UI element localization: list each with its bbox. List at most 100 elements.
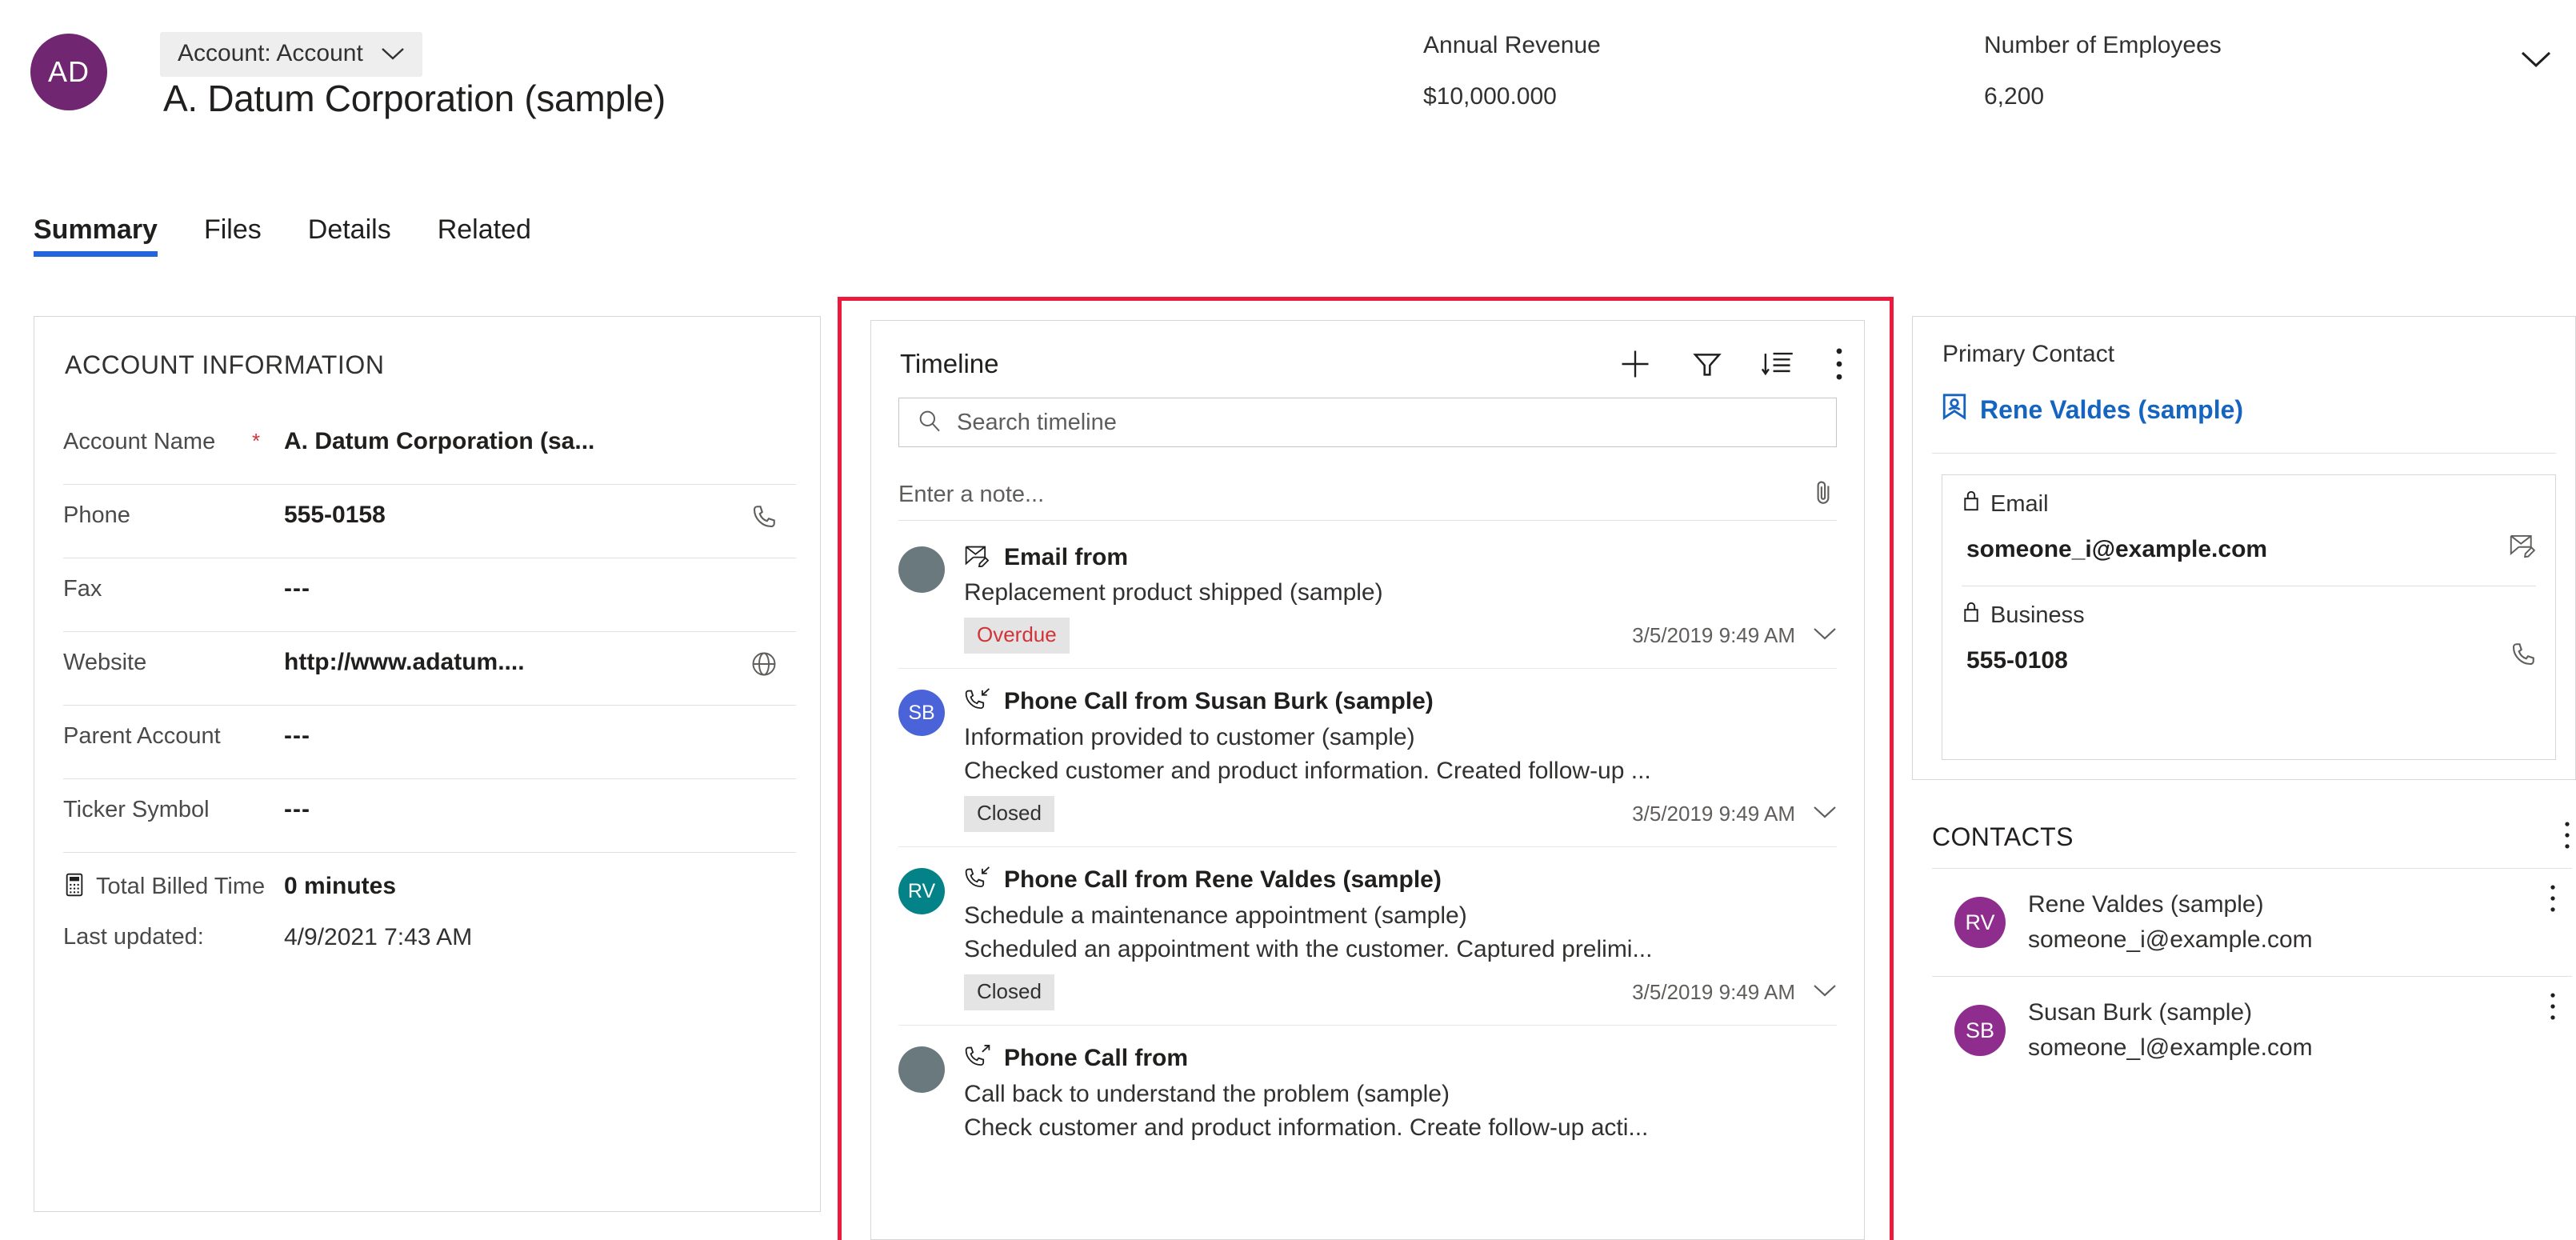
tab-summary[interactable]: Summary [34, 214, 158, 257]
primary-contact-link[interactable]: Rene Valdes (sample) [1942, 393, 2243, 426]
tab-related[interactable]: Related [438, 214, 531, 257]
field-label: Email [1990, 490, 2049, 517]
primary-contact-field-business[interactable]: Business 555-0108 [1942, 586, 2555, 682]
field-label: Phone [63, 502, 130, 528]
primary-contact-label: Primary Contact [1942, 341, 2115, 367]
field-website[interactable]: Website http://www.adatum.... [63, 632, 796, 706]
phone-incoming-icon [964, 686, 991, 716]
phone-icon[interactable] [750, 502, 778, 535]
phone-incoming-icon [964, 865, 991, 894]
timeline-item-description: Checked customer and product information… [964, 758, 1651, 784]
account-form-page: AD Account: Account A. Datum Corporation… [0, 0, 2576, 1240]
timeline-item-kind: Phone Call from Susan Burk (sample) [1004, 687, 1434, 714]
chevron-down-icon [381, 46, 405, 61]
header-expand-button[interactable] [2520, 50, 2552, 73]
timeline-item-kind: Phone Call from Rene Valdes (sample) [1004, 866, 1442, 893]
chevron-down-icon[interactable] [1813, 626, 1837, 645]
field-label: Website [63, 650, 147, 675]
primary-contact-details: Email someone_i@example.com Business 555… [1942, 474, 2556, 760]
note-input[interactable]: Enter a note... [898, 482, 1044, 508]
tab-label: Summary [34, 214, 158, 245]
lock-icon [1962, 490, 1981, 518]
chevron-down-icon[interactable] [1813, 805, 1837, 823]
status-badge: Overdue [964, 618, 1070, 654]
search-input[interactable]: Search timeline [957, 410, 1117, 436]
form-tabs: Summary Files Details Related [34, 214, 531, 257]
more-vertical-icon[interactable] [2548, 991, 2558, 1026]
phone-outgoing-icon [964, 1043, 991, 1073]
required-asterisk [252, 795, 284, 797]
header-field-number-of-employees: Number of Employees 6,200 [1984, 32, 2222, 110]
email-edit-icon[interactable] [2509, 532, 2538, 562]
search-timeline-field[interactable]: Search timeline [898, 398, 1837, 447]
field-parent-account[interactable]: Parent Account --- [63, 706, 796, 779]
avatar [898, 546, 945, 593]
field-total-billed-time: Total Billed Time 0 minutes [63, 853, 796, 906]
search-icon [917, 408, 942, 438]
tab-details[interactable]: Details [308, 214, 391, 257]
timeline-item-subject: Schedule a maintenance appointment (samp… [964, 902, 1467, 929]
tab-files[interactable]: Files [204, 214, 262, 257]
header-field-value: 6,200 [1984, 83, 2045, 110]
contacts-section-header: CONTACTS [1932, 820, 2572, 854]
timeline-item-time: 3/5/2019 9:49 AM [1632, 980, 1795, 1004]
list-item[interactable]: RV Rene Valdes (sample) someone_i@exampl… [1932, 868, 2572, 976]
contacts-title: CONTACTS [1932, 822, 2074, 851]
timeline-item-subject: Replacement product shipped (sample) [964, 579, 1383, 606]
field-phone[interactable]: Phone 555-0158 [63, 485, 796, 558]
field-label: Parent Account [63, 723, 221, 749]
field-value: 0 minutes [284, 873, 397, 899]
phone-icon[interactable] [2509, 640, 2538, 673]
timeline-toolbar [1618, 346, 1845, 382]
contact-email: someone_l@example.com [2028, 1034, 2313, 1061]
chevron-down-icon [2520, 51, 2552, 72]
field-account-name[interactable]: Account Name * A. Datum Corporation (sa.… [63, 411, 796, 485]
avatar-initials: AD [47, 55, 90, 88]
paperclip-icon[interactable] [1810, 479, 1837, 510]
primary-contact-field-email[interactable]: Email someone_i@example.com [1942, 475, 2555, 571]
sort-icon[interactable] [1762, 348, 1795, 380]
field-ticker-symbol[interactable]: Ticker Symbol --- [63, 779, 796, 853]
account-information-card: ACCOUNT INFORMATION Account Name * A. Da… [34, 316, 821, 1212]
required-asterisk: * [252, 429, 261, 453]
timeline-item[interactable]: SB Phone Call from Susan Burk (sample) I… [898, 669, 1837, 847]
timeline-item-subject: Call back to understand the problem (sam… [964, 1081, 1450, 1107]
filter-icon[interactable] [1691, 348, 1723, 380]
tab-label: Related [437, 214, 531, 245]
email-icon [964, 543, 991, 571]
add-icon[interactable] [1618, 346, 1653, 382]
header-field-annual-revenue: Annual Revenue $10,000.000 [1423, 32, 1601, 110]
status-badge: Closed [964, 796, 1054, 832]
timeline-card: Timeline Search timeline Enter a note...… [870, 320, 1865, 1240]
field-value: 555-0158 [284, 502, 386, 528]
header-field-label: Number of Employees [1984, 32, 2222, 58]
avatar-initials: SB [1965, 1018, 1995, 1042]
field-fax[interactable]: Fax --- [63, 558, 796, 632]
avatar-initials: SB [908, 701, 935, 724]
timeline-item-description: Check customer and product information. … [964, 1114, 1649, 1141]
entity-selector[interactable]: Account: Account [160, 32, 422, 77]
timeline-item[interactable]: RV Phone Call from Rene Valdes (sample) … [898, 847, 1837, 1026]
field-value: A. Datum Corporation (sa... [284, 428, 595, 454]
globe-icon[interactable] [750, 650, 778, 682]
timeline-item[interactable]: Email from Replacement product shipped (… [898, 526, 1837, 669]
more-vertical-icon[interactable] [1834, 346, 1845, 382]
avatar-initials: RV [907, 879, 936, 902]
note-entry-field[interactable]: Enter a note... [898, 470, 1837, 521]
chevron-down-icon[interactable] [1813, 983, 1837, 1002]
more-vertical-icon[interactable] [2562, 820, 2572, 854]
avatar: RV [1954, 897, 2006, 948]
list-item[interactable]: SB Susan Burk (sample) someone_l@example… [1932, 976, 2572, 1084]
avatar: SB [898, 690, 945, 736]
timer-icon [63, 872, 86, 902]
required-asterisk [252, 648, 284, 650]
contacts-list: RV Rene Valdes (sample) someone_i@exampl… [1932, 868, 2572, 1084]
field-label: Account Name [63, 429, 216, 454]
timeline-item[interactable]: Phone Call from Call back to understand … [898, 1026, 1837, 1156]
more-vertical-icon[interactable] [2548, 883, 2558, 918]
avatar-initials: RV [1965, 910, 1995, 934]
contact-name: Susan Burk (sample) [2028, 999, 2253, 1026]
timeline-item-description: Scheduled an appointment with the custom… [964, 936, 1653, 962]
required-asterisk [252, 722, 284, 723]
last-updated: Last updated: 4/9/2021 7:43 AM [63, 906, 796, 951]
